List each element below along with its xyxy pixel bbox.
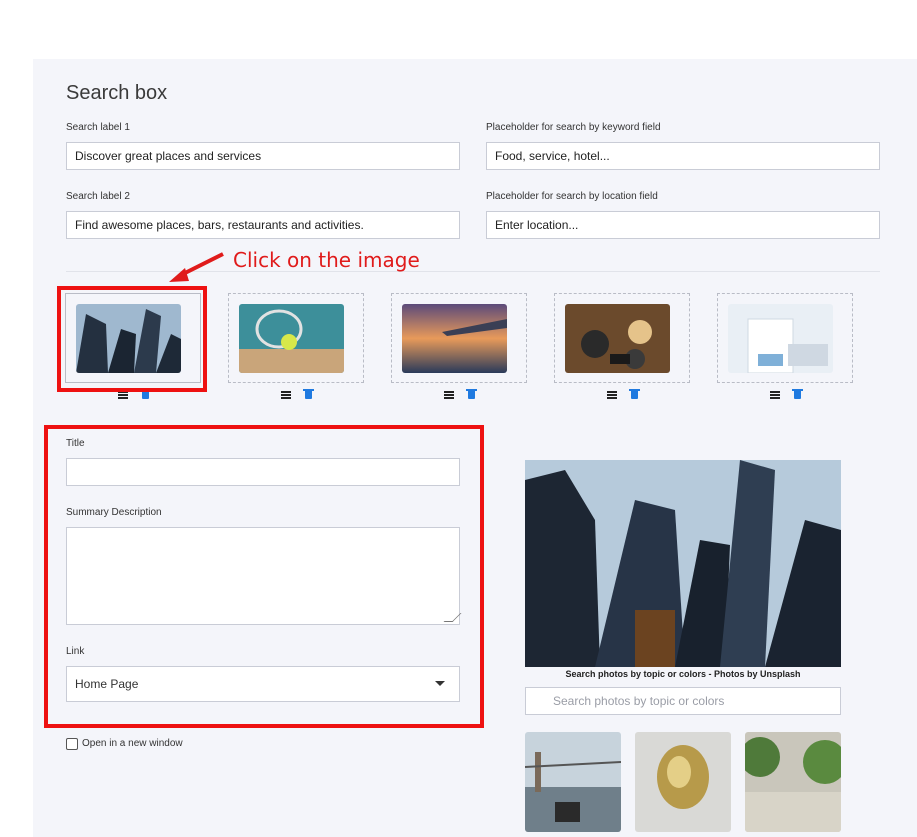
- restaurant-table-image-icon: [565, 304, 670, 373]
- summary-textarea[interactable]: [66, 527, 462, 625]
- bridge-binoculars-image-icon: [525, 732, 621, 832]
- link-select-value: Home Page: [75, 677, 139, 691]
- airplane-wing-image-icon: [402, 304, 507, 373]
- drag-handle-icon[interactable]: [444, 391, 454, 393]
- search-label-1-label: Search label 1: [66, 122, 130, 133]
- summary-label: Summary Description: [66, 507, 162, 518]
- section-title: Search box: [66, 82, 168, 104]
- trash-icon[interactable]: [466, 389, 477, 399]
- street-trees-image-icon: [745, 732, 841, 832]
- trash-icon[interactable]: [629, 389, 640, 399]
- title-label: Title: [66, 438, 85, 449]
- search-label-1-input[interactable]: Discover great places and services: [66, 142, 460, 170]
- unsplash-result-2[interactable]: [635, 732, 731, 832]
- highlight-box-thumbnail: [57, 286, 207, 392]
- new-window-checkbox[interactable]: [66, 738, 78, 750]
- chevron-down-icon: [435, 681, 445, 686]
- skyscrapers-preview-icon: [525, 460, 841, 667]
- tennis-image-icon: [239, 304, 344, 373]
- placeholder-location-label: Placeholder for search by location field: [486, 191, 658, 202]
- doctor-image-icon: [728, 304, 833, 373]
- resize-grip-icon[interactable]: [443, 613, 462, 622]
- placeholder-keyword-input[interactable]: Food, service, hotel...: [486, 142, 880, 170]
- drag-handle-icon[interactable]: [607, 391, 617, 393]
- search-label-2-input[interactable]: Find awesome places, bars, restaurants a…: [66, 211, 460, 239]
- unsplash-result-3[interactable]: [745, 732, 841, 832]
- placeholder-keyword-label: Placeholder for search by keyword field: [486, 122, 661, 133]
- unsplash-search-input[interactable]: Search photos by topic or colors: [525, 687, 841, 715]
- trash-icon[interactable]: [792, 389, 803, 399]
- thumbnail-2[interactable]: [228, 293, 364, 383]
- annotation-arrow-icon: [169, 252, 224, 282]
- drag-handle-icon[interactable]: [770, 391, 780, 393]
- selected-image-preview: [525, 460, 841, 667]
- new-window-label: Open in a new window: [82, 738, 183, 749]
- gold-sculpture-image-icon: [635, 732, 731, 832]
- search-label-2-label: Search label 2: [66, 191, 130, 202]
- unsplash-result-1[interactable]: [525, 732, 621, 832]
- trash-icon[interactable]: [303, 389, 314, 399]
- drag-handle-icon[interactable]: [281, 391, 291, 393]
- trash-icon[interactable]: [140, 389, 151, 399]
- placeholder-location-input[interactable]: Enter location...: [486, 211, 880, 239]
- title-input[interactable]: [66, 458, 460, 486]
- thumbnail-4[interactable]: [554, 293, 690, 383]
- unsplash-caption: Search photos by topic or colors - Photo…: [565, 669, 801, 679]
- thumbnail-3[interactable]: [391, 293, 527, 383]
- annotation-text: Click on the image: [233, 248, 420, 272]
- thumbnail-5[interactable]: [717, 293, 853, 383]
- link-label: Link: [66, 646, 85, 657]
- link-select[interactable]: Home Page: [66, 666, 460, 702]
